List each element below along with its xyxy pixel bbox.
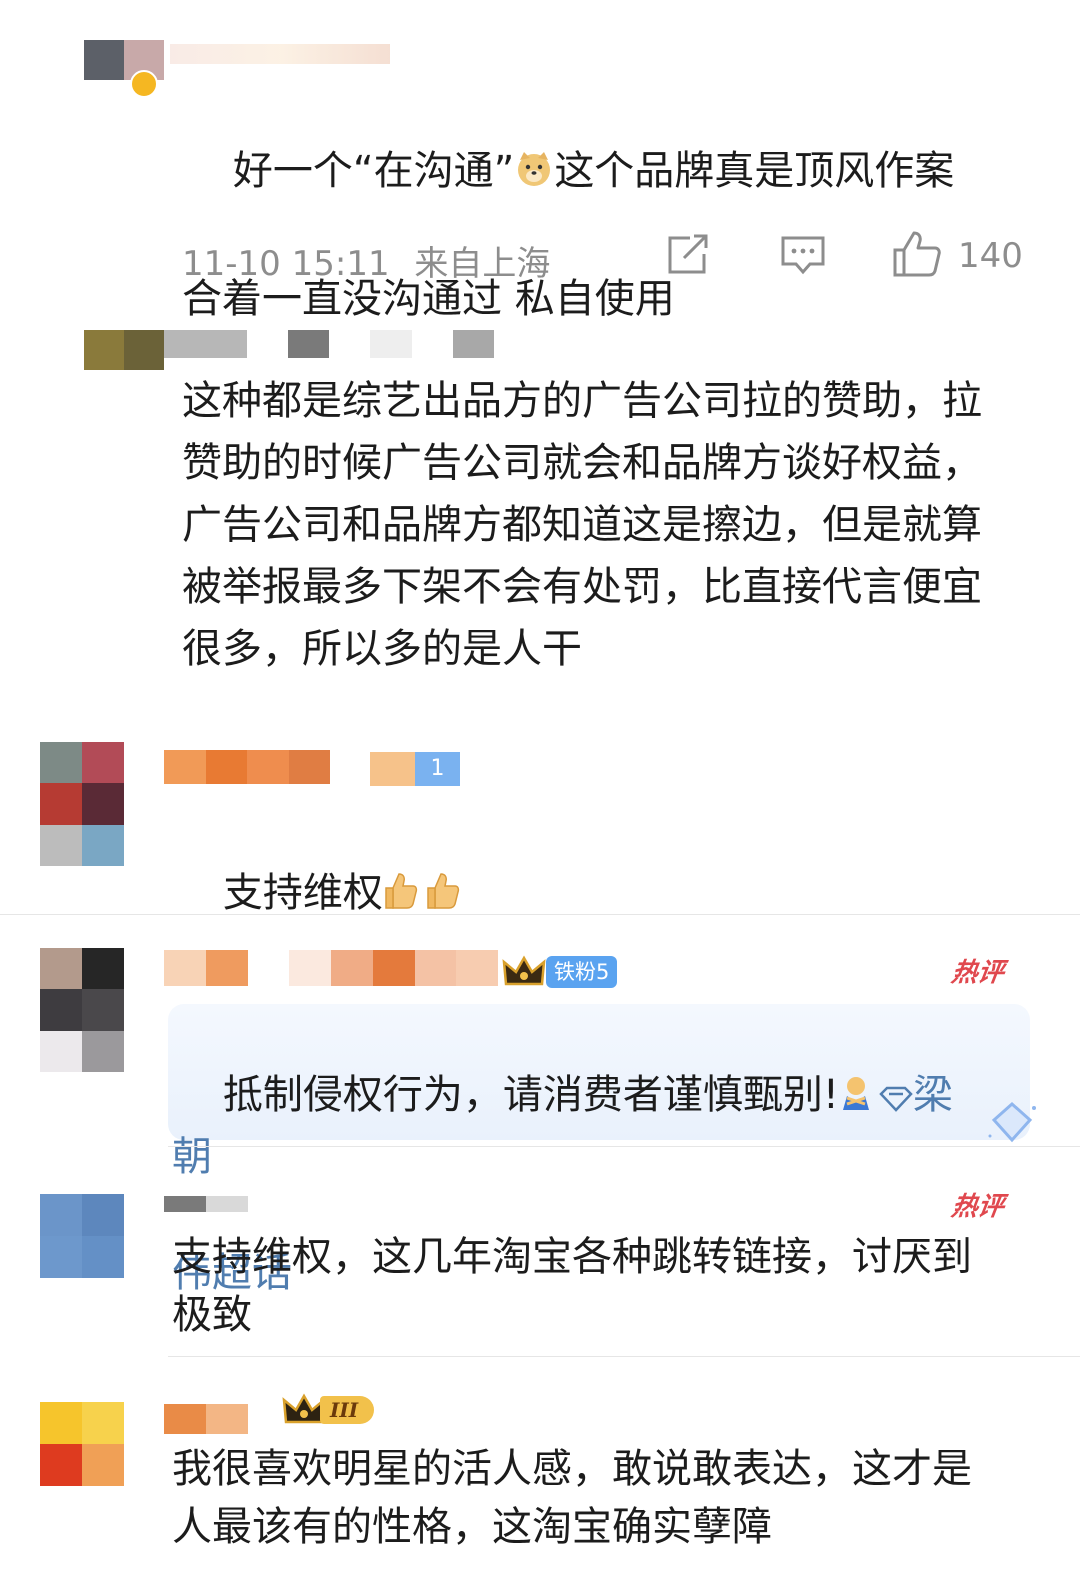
verified-icon [130, 70, 158, 98]
comment-text: 我很喜欢明星的活人感，敢说敢表达，这才是人最该有的性格，这淘宝确实孽障 [172, 1446, 972, 1550]
crown-icon [502, 954, 546, 994]
comment-text: 支持维权，这几年淘宝各种跳转链接，讨厌到极致 [172, 1234, 972, 1338]
doge-emoji [514, 144, 554, 206]
thumbs-up-emoji [425, 866, 461, 928]
username-blurred[interactable] [164, 1196, 248, 1212]
share-icon[interactable] [666, 234, 710, 276]
hot-comment-label: 热评 [949, 958, 1006, 988]
comment-text: 这种都是综艺出品方的广告公司拉的赞助，拉赞助的时候广告公司就会和品牌方谈好权益，… [182, 378, 982, 672]
timestamp: 11-10 15:11 [182, 244, 390, 284]
comment-divider [168, 1146, 1080, 1147]
vip-badge: III [282, 1392, 375, 1428]
avatar[interactable] [40, 1194, 124, 1278]
hot-comment-label: 热评 [949, 1192, 1006, 1222]
avatar[interactable] [84, 330, 164, 370]
location: 来自上海 [414, 244, 551, 284]
fan-badge: 铁粉5 [546, 956, 618, 988]
like-count: 140 [958, 236, 1023, 276]
diamond-decoration-icon [984, 1100, 1040, 1148]
reply-icon[interactable] [780, 234, 826, 276]
username-blurred[interactable] [164, 1404, 248, 1434]
username-blurred[interactable] [170, 44, 390, 64]
avatar[interactable] [40, 1402, 124, 1486]
section-divider [0, 914, 1080, 915]
thumbs-up-emoji [383, 866, 419, 928]
comment-divider [168, 1356, 1080, 1357]
like-icon[interactable] [892, 230, 942, 278]
avatar[interactable] [40, 742, 124, 866]
hand-gesture-emoji [839, 1070, 873, 1128]
username-blurred[interactable] [164, 330, 494, 358]
avatar[interactable] [40, 948, 124, 1072]
username-blurred[interactable] [164, 950, 498, 986]
username-blurred[interactable] [164, 750, 330, 784]
level-badge: 1 [370, 752, 460, 786]
comment-meta: 11-10 15:11 来自上海 [182, 236, 550, 285]
super-topic-icon[interactable] [879, 1070, 913, 1128]
